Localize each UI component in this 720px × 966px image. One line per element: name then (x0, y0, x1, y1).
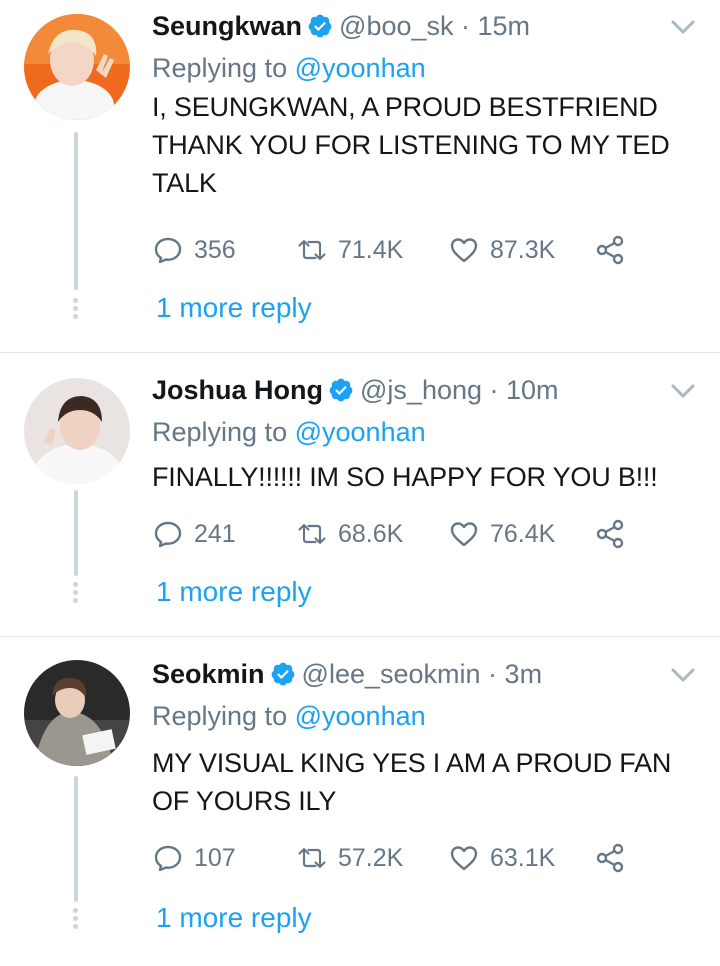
verified-badge-icon (329, 378, 353, 402)
separator-dot: · (480, 659, 505, 689)
timestamp[interactable]: 15m (478, 11, 531, 41)
replying-to: Replying to @yoonhan (152, 698, 426, 734)
thread-line (74, 776, 78, 902)
reply-button[interactable]: 356 (152, 230, 236, 270)
tweet[interactable]: Seungkwan @boo_sk · 15m Replying to @yoon… (0, 0, 720, 352)
timestamp[interactable]: 10m (506, 375, 559, 405)
reply-count: 356 (194, 235, 236, 264)
reply-count: 107 (194, 843, 236, 872)
reply-button[interactable]: 241 (152, 514, 236, 554)
like-count: 63.1K (490, 843, 556, 872)
share-button[interactable] (594, 230, 626, 270)
like-button[interactable]: 63.1K (448, 838, 555, 878)
thread-line (74, 490, 78, 576)
verified-badge-icon (271, 662, 294, 686)
more-replies-link[interactable]: 1 more reply (156, 292, 312, 324)
thread-dots (73, 908, 79, 932)
avatar-photo-icon (24, 660, 130, 766)
tweet-text: MY VISUAL KING YES I AM A PROUD FAN OF Y… (152, 748, 672, 816)
verified-badge-icon (308, 14, 332, 38)
mention-link[interactable]: @yoonhan (295, 701, 426, 731)
like-button[interactable]: 87.3K (448, 230, 555, 270)
replying-label: Replying to (152, 53, 288, 83)
separator-dot: · (482, 375, 507, 405)
display-name[interactable]: Seokmin (152, 659, 265, 689)
retweet-icon (298, 240, 326, 260)
avatar[interactable] (24, 14, 130, 120)
more-replies-link[interactable]: 1 more reply (156, 576, 312, 608)
retweet-button[interactable]: 71.4K (296, 230, 403, 270)
tweet-header: Joshua Hong @js_hong · 10m (152, 372, 559, 408)
handle[interactable]: @js_hong (360, 375, 482, 405)
like-count: 87.3K (490, 235, 556, 264)
avatar[interactable] (24, 378, 130, 484)
replying-to: Replying to @yoonhan (152, 50, 426, 86)
reply-icon (154, 521, 182, 548)
thread-dots (73, 582, 79, 606)
heart-icon (450, 846, 478, 871)
heart-icon (450, 238, 478, 263)
retweet-count: 57.2K (338, 843, 404, 872)
display-name[interactable]: Joshua Hong (152, 375, 323, 405)
thread-line (74, 132, 78, 290)
tweet-header: Seungkwan @boo_sk · 15m (152, 8, 530, 44)
replying-label: Replying to (152, 701, 288, 731)
thread-dots (73, 298, 79, 322)
avatar[interactable] (24, 660, 130, 766)
reply-count: 241 (194, 519, 236, 548)
heart-icon (450, 522, 478, 547)
divider (0, 636, 720, 637)
tweet[interactable]: Joshua Hong @js_hong · 10m Replying to @y… (0, 364, 720, 636)
display-name[interactable]: Seungkwan (152, 11, 302, 41)
share-button[interactable] (594, 838, 626, 878)
retweet-count: 71.4K (338, 235, 404, 264)
share-icon (596, 235, 624, 265)
share-icon (596, 843, 624, 873)
timestamp[interactable]: 3m (505, 659, 543, 689)
share-icon (596, 519, 624, 549)
like-button[interactable]: 76.4K (448, 514, 555, 554)
tweet-text: I, SEUNGKWAN, A PROUD BESTFRIEND THANK Y… (152, 92, 670, 198)
replying-label: Replying to (152, 417, 288, 447)
retweet-count: 68.6K (338, 519, 404, 548)
separator-dot: · (453, 11, 478, 41)
more-replies-link[interactable]: 1 more reply (156, 902, 312, 934)
share-button[interactable] (594, 514, 626, 554)
reply-icon (154, 237, 182, 264)
chevron-down-icon[interactable] (670, 382, 696, 400)
reply-icon (154, 845, 182, 872)
mention-link[interactable]: @yoonhan (295, 417, 426, 447)
mention-link[interactable]: @yoonhan (295, 53, 426, 83)
tweet-header: Seokmin @lee_seokmin · 3m (152, 656, 542, 692)
divider (0, 352, 720, 353)
chevron-down-icon[interactable] (670, 666, 696, 684)
handle[interactable]: @lee_seokmin (302, 659, 481, 689)
retweet-button[interactable]: 57.2K (296, 838, 403, 878)
retweet-button[interactable]: 68.6K (296, 514, 403, 554)
tweet[interactable]: Seokmin @lee_seokmin · 3m Replying to @yo… (0, 648, 720, 966)
replying-to: Replying to @yoonhan (152, 414, 426, 450)
chevron-down-icon[interactable] (670, 18, 696, 36)
reply-button[interactable]: 107 (152, 838, 236, 878)
retweet-icon (298, 524, 326, 544)
avatar-photo-icon (24, 14, 130, 120)
avatar-photo-icon (24, 378, 130, 484)
tweet-text: FINALLY!!!!!! IM SO HAPPY FOR YOU B!!! (152, 462, 658, 492)
handle[interactable]: @boo_sk (339, 11, 453, 41)
like-count: 76.4K (490, 519, 556, 548)
retweet-icon (298, 848, 326, 868)
